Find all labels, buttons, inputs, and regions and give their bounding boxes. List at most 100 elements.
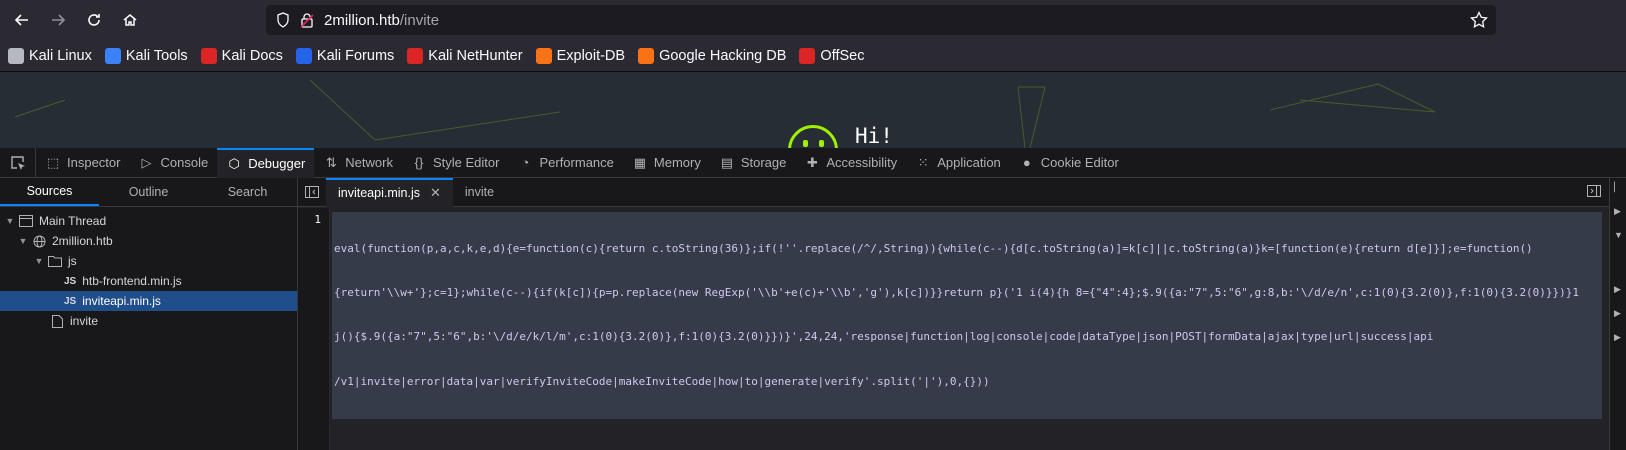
sources-panel: Sources Outline Search ▼ Main Thread ▼ 2… bbox=[0, 178, 298, 450]
bookmark-item[interactable]: Kali Docs bbox=[200, 47, 283, 64]
devtools-toolbar: ⬚ Inspector ▷ Console ⬡ Debugger ⇅ Network {} Sty… bbox=[0, 147, 1626, 178]
bookmark-item[interactable]: OffSec bbox=[799, 47, 865, 64]
kali-nethunter-icon bbox=[407, 47, 424, 64]
reload-icon bbox=[88, 14, 100, 26]
tab-cookie-editor[interactable]: ● Cookie Editor bbox=[1010, 148, 1128, 178]
tree-file-inviteapi[interactable]: JS inviteapi.min.js bbox=[0, 291, 297, 311]
url-host: 2million.htb bbox=[324, 11, 400, 29]
tab-sources[interactable]: Sources bbox=[0, 178, 99, 206]
bookmark-label: Kali NetHunter bbox=[428, 47, 523, 64]
code-editor: inviteapi.min.js ✕ invite 1 eval(functio… bbox=[298, 177, 1610, 450]
element-picker-button[interactable] bbox=[0, 147, 36, 178]
bookmark-label: Exploit-DB bbox=[556, 47, 626, 64]
tab-label: Accessibility bbox=[826, 155, 898, 170]
toggle-right-panel-button[interactable] bbox=[1587, 184, 1601, 200]
bookmark-star-icon[interactable] bbox=[1470, 11, 1488, 29]
bookmark-item[interactable]: Kali NetHunter bbox=[407, 47, 523, 64]
tab-debugger[interactable]: ⬡ Debugger bbox=[217, 147, 315, 178]
tab-label: Storage bbox=[740, 155, 787, 170]
line-number[interactable]: 1 bbox=[298, 208, 329, 226]
back-arrow-icon bbox=[14, 14, 28, 26]
tab-storage[interactable]: ▤ Storage bbox=[710, 148, 796, 178]
tab-performance[interactable]: ◔ Performance bbox=[508, 148, 622, 178]
right-sidebar-strip: ▏ ▶ ▼ ▶ ▶ ▶ bbox=[1609, 178, 1626, 450]
home-button[interactable] bbox=[116, 6, 144, 34]
bookmark-item[interactable]: Exploit-DB bbox=[535, 47, 626, 64]
chevron-right-icon[interactable]: ▶ bbox=[1614, 284, 1621, 295]
tab-application[interactable]: ⁙ Application bbox=[906, 148, 1010, 178]
kali-docs-icon bbox=[200, 47, 217, 64]
bookmark-item[interactable]: Google Hacking DB bbox=[638, 47, 786, 64]
network-icon: ⇅ bbox=[325, 154, 337, 170]
file-label: inviteapi.min.js bbox=[82, 294, 161, 308]
tree-file-htb-frontend[interactable]: JS htb-frontend.min.js bbox=[0, 271, 297, 291]
chevron-right-icon[interactable]: ▶ bbox=[1614, 332, 1621, 343]
tab-style-editor[interactable]: {} Style Editor bbox=[402, 148, 508, 178]
bookmark-label: Kali Linux bbox=[29, 47, 92, 64]
storage-icon: ▤ bbox=[720, 154, 733, 170]
cookie-icon: ● bbox=[1022, 155, 1031, 170]
console-icon: ▷ bbox=[141, 154, 152, 170]
bookmark-item[interactable]: Kali Tools bbox=[104, 47, 188, 64]
chevron-down-icon[interactable]: ▼ bbox=[1614, 230, 1623, 240]
thread-icon bbox=[19, 214, 33, 228]
tab-label: Application bbox=[937, 155, 1001, 170]
forward-button[interactable] bbox=[44, 6, 72, 34]
memory-icon: ▦ bbox=[633, 154, 647, 170]
tab-network[interactable]: ⇅ Network bbox=[314, 148, 402, 178]
tab-accessibility[interactable]: ✚ Accessibility bbox=[795, 148, 906, 178]
toggle-sidebar-button[interactable] bbox=[298, 178, 326, 207]
code-row: {return'\\w+'};c=1};while(c--){if(k[c]){… bbox=[334, 285, 1580, 299]
url-bar[interactable]: 2million.htb/invite bbox=[266, 5, 1496, 35]
tab-label: Network bbox=[345, 155, 393, 170]
chevron-down-icon: ▼ bbox=[5, 216, 15, 226]
bookmark-item[interactable]: Kali Linux bbox=[8, 47, 92, 64]
code-line-1: eval(function(p,a,c,k,e,d){e=function(c)… bbox=[332, 212, 1602, 420]
tab-outline[interactable]: Outline bbox=[99, 178, 198, 206]
bookmark-label: Kali Forums bbox=[316, 47, 395, 64]
home-icon bbox=[123, 14, 137, 26]
tree-host[interactable]: ▼ 2million.htb bbox=[0, 231, 297, 251]
chevron-right-icon[interactable]: ▶ bbox=[1614, 206, 1621, 217]
source-tree: ▼ Main Thread ▼ 2million.htb ▼ js JS htb… bbox=[0, 207, 297, 331]
smiley-left-eye bbox=[803, 140, 808, 147]
folder-label: js bbox=[68, 254, 77, 268]
chevron-down-icon: ▼ bbox=[18, 236, 28, 246]
tab-memory[interactable]: ▦ Memory bbox=[623, 148, 710, 178]
tab-search[interactable]: Search bbox=[198, 178, 297, 206]
chevron-down-icon: ▼ bbox=[34, 256, 44, 266]
tab-label: Console bbox=[160, 155, 209, 170]
bookmark-label: OffSec bbox=[820, 47, 865, 64]
element-picker-icon bbox=[10, 155, 25, 170]
tree-folder-js[interactable]: ▼ js bbox=[0, 251, 297, 271]
kali-forums-icon bbox=[295, 47, 312, 64]
devtools-tabs: ⬚ Inspector ▷ Console ⬡ Debugger ⇅ Network {} Sty… bbox=[36, 147, 1128, 178]
kali-tools-icon bbox=[104, 47, 121, 64]
tree-page-invite[interactable]: invite bbox=[0, 311, 297, 331]
js-file-icon: JS bbox=[64, 295, 77, 307]
sidebar-toggle-icon bbox=[305, 186, 319, 198]
insecure-lock-icon[interactable] bbox=[300, 12, 314, 28]
tab-console[interactable]: ▷ Console bbox=[129, 148, 217, 178]
application-icon: ⁙ bbox=[917, 154, 929, 170]
tab-label: Inspector bbox=[67, 155, 121, 170]
code-row: eval(function(p,a,c,k,e,d){e=function(c)… bbox=[334, 241, 1533, 255]
bookmark-label: Kali Tools bbox=[125, 47, 188, 64]
reload-button[interactable] bbox=[80, 6, 108, 34]
editor-tab-invite[interactable]: invite bbox=[453, 178, 506, 207]
tab-label: Performance bbox=[539, 155, 614, 170]
tab-inspector[interactable]: ⬚ Inspector bbox=[36, 148, 129, 178]
greeting-text: Hi! bbox=[855, 124, 893, 148]
editor-tabs: inviteapi.min.js ✕ invite bbox=[298, 177, 1609, 207]
close-icon[interactable]: ✕ bbox=[430, 185, 441, 201]
back-button[interactable] bbox=[8, 6, 36, 34]
editor-tab-inviteapi[interactable]: inviteapi.min.js ✕ bbox=[326, 177, 453, 207]
code-area[interactable]: eval(function(p,a,c,k,e,d){e=function(c)… bbox=[330, 208, 1610, 450]
debugger-icon: ⬡ bbox=[228, 155, 240, 171]
tree-thread[interactable]: ▼ Main Thread bbox=[0, 211, 297, 231]
sources-tabs: Sources Outline Search bbox=[0, 178, 297, 207]
style-editor-icon: {} bbox=[414, 155, 424, 170]
chevron-right-icon[interactable]: ▶ bbox=[1614, 308, 1621, 319]
bookmark-item[interactable]: Kali Forums bbox=[295, 47, 395, 64]
pause-icon[interactable]: ▏ bbox=[1614, 182, 1621, 193]
